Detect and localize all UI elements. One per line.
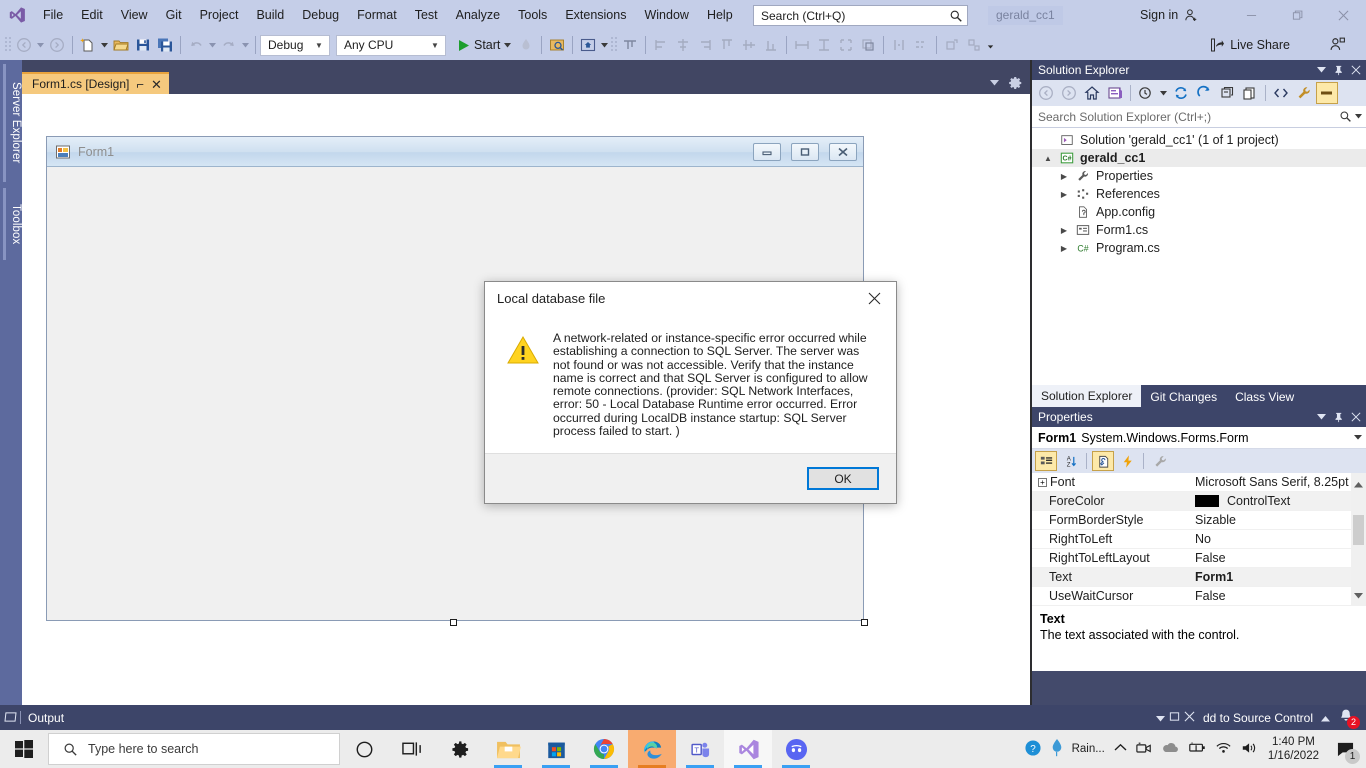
warning-icon	[507, 334, 539, 366]
start-button[interactable]	[0, 730, 48, 768]
tray-wifi-icon[interactable]	[1215, 741, 1232, 757]
action-center-count: 1	[1345, 749, 1360, 764]
visual-studio-taskbar-icon[interactable]	[724, 730, 772, 768]
modal-overlay: Local database file A network-related or…	[0, 0, 1366, 768]
microsoft-store-icon[interactable]	[532, 730, 580, 768]
local-database-file-dialog: Local database file A network-related or…	[484, 281, 897, 504]
dialog-ok-button[interactable]: OK	[807, 467, 879, 490]
tray-onedrive-icon[interactable]	[1161, 741, 1179, 757]
dialog-title-bar: Local database file	[485, 282, 896, 314]
clock-date: 1/16/2022	[1268, 749, 1319, 763]
dialog-message: A network-related or instance-specific e…	[553, 332, 875, 447]
dialog-close-button[interactable]	[852, 283, 896, 314]
svg-text:T: T	[694, 745, 699, 754]
cortana-icon[interactable]	[340, 730, 388, 768]
windows-taskbar: Type here to search	[0, 730, 1366, 768]
dialog-title: Local database file	[497, 291, 852, 306]
microsoft-teams-icon[interactable]: T	[676, 730, 724, 768]
file-explorer-icon[interactable]	[484, 730, 532, 768]
dialog-footer: OK	[485, 453, 896, 503]
windows-logo-icon	[15, 740, 33, 758]
tray-battery-icon[interactable]	[1188, 741, 1206, 757]
visual-studio-window: File Edit View Git Project Build Debug F…	[0, 0, 1366, 768]
discord-icon[interactable]	[772, 730, 820, 768]
search-icon-taskbar	[63, 742, 78, 757]
svg-text:?: ?	[1030, 743, 1036, 754]
tray-rainmeter-icon[interactable]	[1051, 738, 1063, 761]
tray-volume-icon[interactable]	[1241, 741, 1259, 758]
google-chrome-icon[interactable]	[580, 730, 628, 768]
dialog-body: A network-related or instance-specific e…	[485, 314, 896, 453]
close-icon-dialog	[868, 292, 881, 305]
tray-show-hidden-icon[interactable]	[1114, 743, 1127, 755]
tray-help-icon[interactable]: ?	[1024, 739, 1042, 760]
tray-rainmeter-label[interactable]: Rain...	[1072, 743, 1105, 755]
action-center-button[interactable]: 1	[1328, 730, 1362, 768]
settings-icon[interactable]	[436, 730, 484, 768]
tray-camera-icon[interactable]	[1136, 741, 1152, 758]
system-tray: ? Rain... 1	[1024, 730, 1366, 768]
clock-time: 1:40 PM	[1268, 735, 1319, 749]
microsoft-edge-icon[interactable]	[628, 730, 676, 768]
taskbar-clock[interactable]: 1:40 PM 1/16/2022	[1268, 735, 1319, 763]
taskbar-search-input[interactable]: Type here to search	[48, 733, 340, 765]
task-view-icon[interactable]	[388, 730, 436, 768]
taskbar-search-placeholder: Type here to search	[88, 742, 198, 756]
